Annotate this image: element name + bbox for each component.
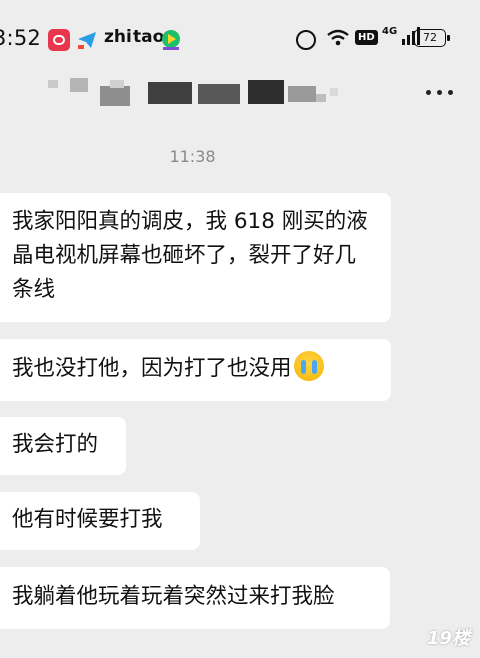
message-timestamp: 11:38: [169, 147, 216, 166]
battery-level: 72: [423, 31, 437, 44]
message-bubble[interactable]: 我家阳阳真的调皮，我 618 刚买的液晶电视机屏幕也砸坏了，裂开了好几条线: [0, 193, 391, 322]
more-dots-icon[interactable]: [426, 90, 454, 100]
status-time: 3:52: [0, 26, 41, 50]
red-app-icon: [48, 29, 70, 51]
alarm-icon: [296, 30, 316, 50]
message-bubble[interactable]: 我也没打他，因为打了也没用: [0, 339, 391, 401]
message-bubble[interactable]: 我会打的: [0, 417, 126, 475]
message-bubble[interactable]: 他有时候要打我: [0, 492, 200, 550]
status-bar: 3:52 zhi tao HD 4G 72: [0, 0, 480, 78]
message-text: 我家阳阳真的调皮，我 618 刚买的液晶电视机屏幕也砸坏了，裂开了好几条线: [12, 209, 368, 302]
chat-header: [0, 78, 480, 124]
video-app-icon: [160, 29, 182, 51]
crying-emoji-icon: [293, 351, 324, 381]
message-bubble[interactable]: 我躺着他玩着玩着突然过来打我脸: [0, 567, 390, 629]
wifi-icon: [326, 28, 350, 52]
hd-badge: HD: [355, 30, 378, 45]
battery-icon: 72: [414, 29, 450, 47]
message-text: 我躺着他玩着玩着突然过来打我脸: [12, 584, 335, 609]
message-text: 我也没打他，因为打了也没用: [12, 356, 292, 381]
message-text: 他有时候要打我: [12, 507, 163, 532]
message-text: 我会打的: [12, 432, 99, 457]
watermark: 19楼: [426, 628, 470, 649]
blurred-contact-name: [48, 78, 338, 108]
telegram-icon: [76, 29, 98, 51]
zhi-app-icon: zhi: [104, 27, 132, 47]
network-type: 4G: [382, 26, 398, 37]
